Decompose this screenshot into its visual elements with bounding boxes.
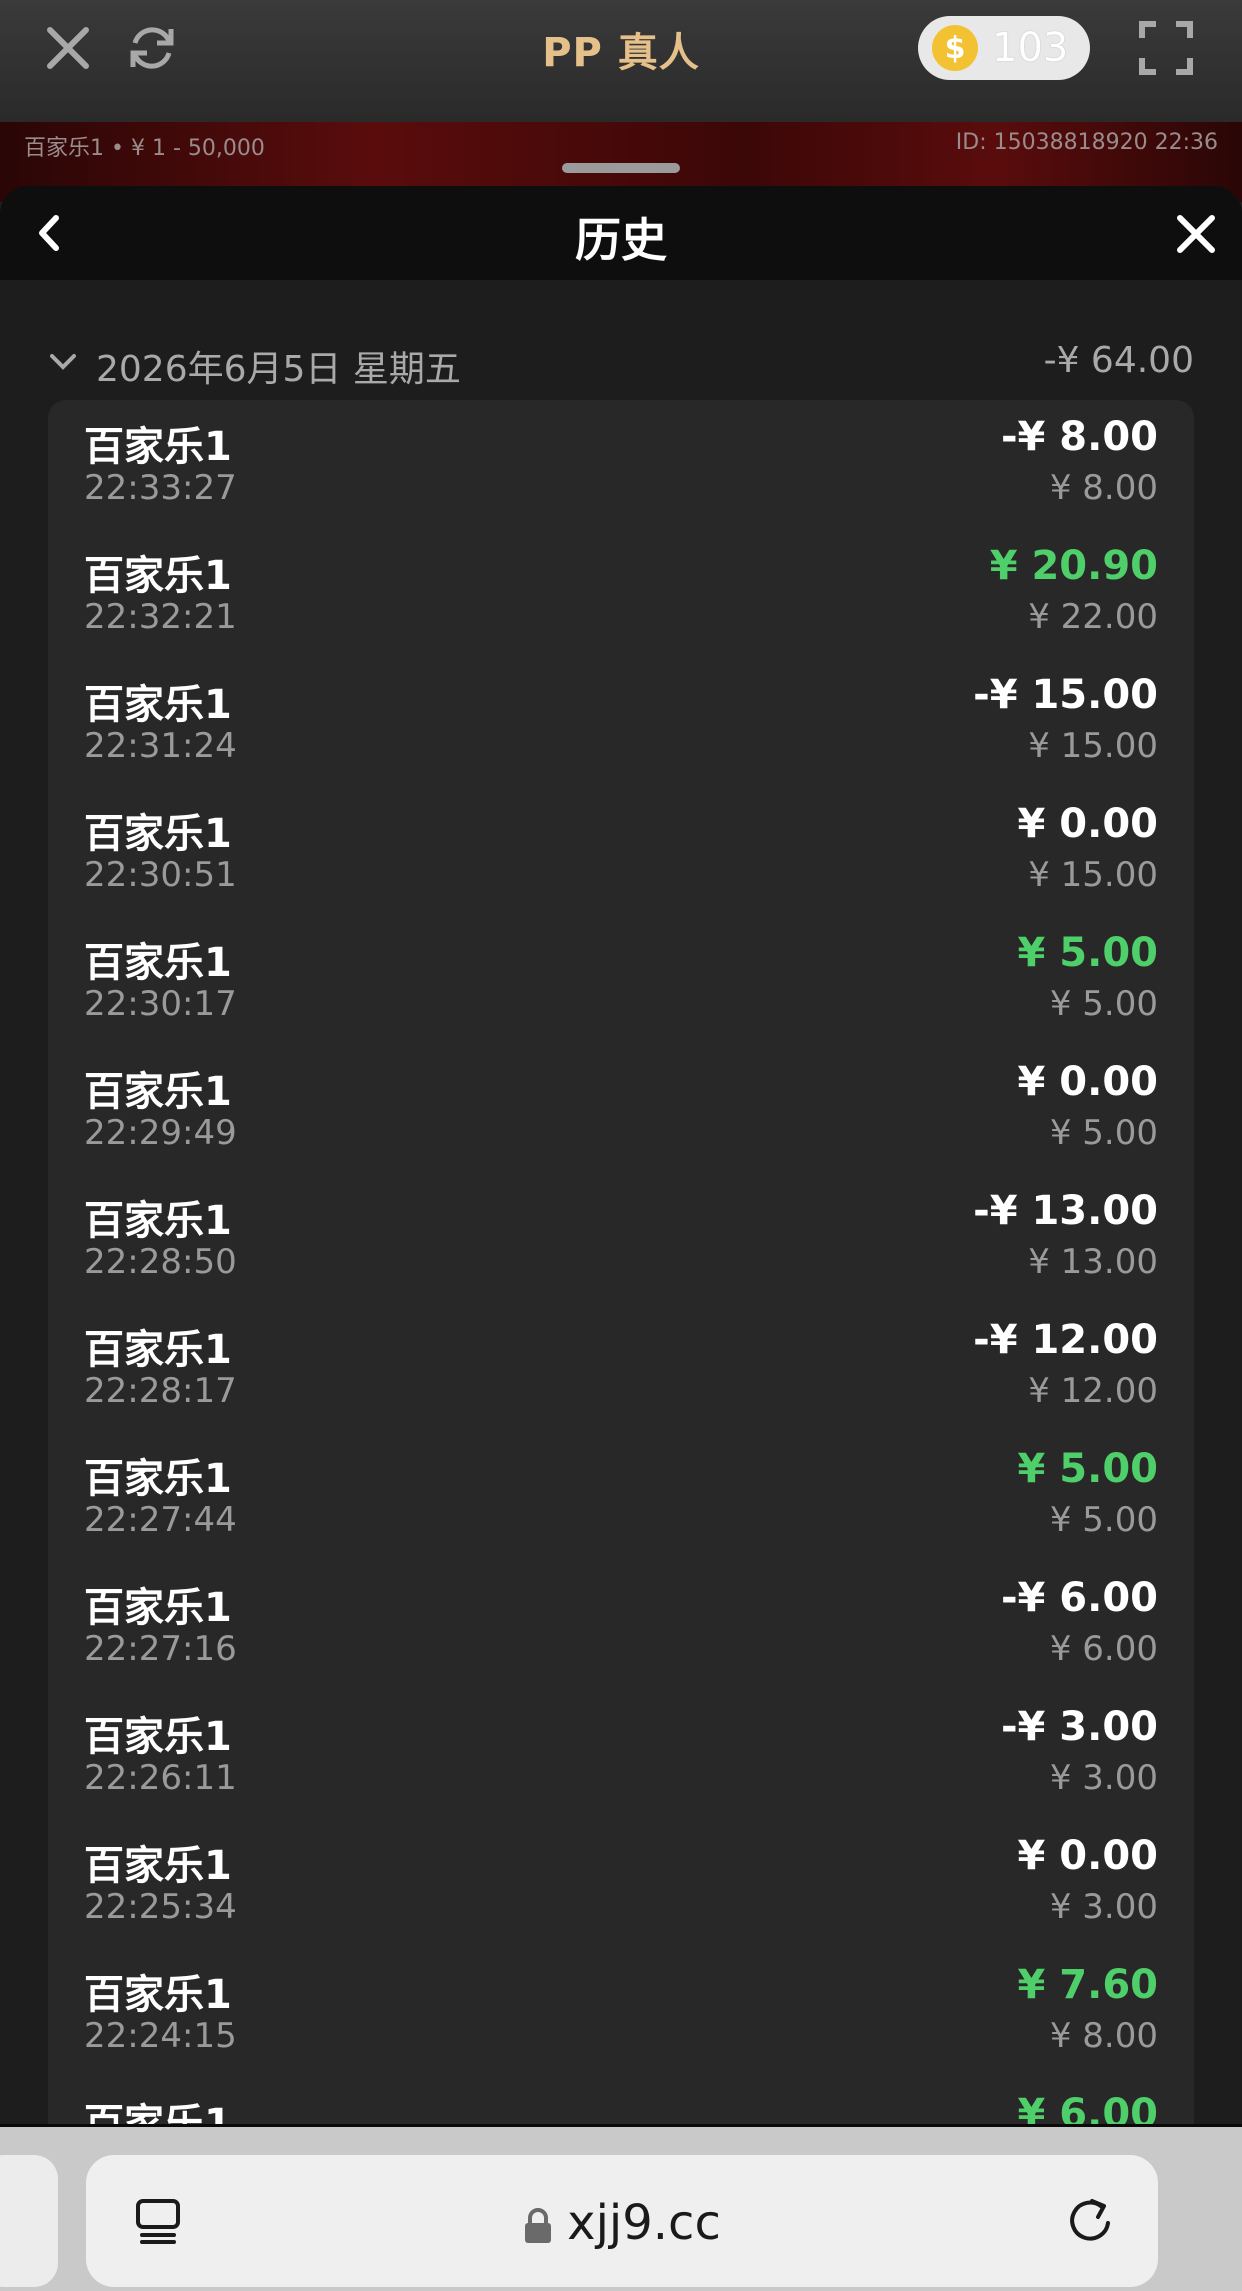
fullscreen-icon [1139,21,1193,75]
history-list: 百家乐1 22:33:27 -¥ 8.00 ¥ 8.00 百家乐1 22:32:21 ¥ 2… [48,400,1194,2126]
row-time: 22:31:24 [84,726,237,766]
row-amount: ¥ 6.00 [1017,2091,1158,2126]
row-amount: ¥ 5.00 [1017,1446,1158,1492]
history-row[interactable]: 百家乐1 22:24:15 ¥ 7.60 ¥ 8.00 [48,1948,1194,2077]
row-stake: ¥ 8.00 [1049,2016,1158,2056]
row-time: 22:30:17 [84,984,237,1024]
row-stake: ¥ 15.00 [1028,726,1158,766]
lock-icon [525,2208,552,2243]
history-row[interactable]: 百家乐1 22:31:24 -¥ 15.00 ¥ 15.00 [48,658,1194,787]
history-row[interactable]: 百家乐1 22:28:50 -¥ 13.00 ¥ 13.00 [48,1174,1194,1303]
row-game-name: 百家乐1 [84,1585,232,1631]
row-game-name: 百家乐1 [84,1456,232,1502]
row-game-name: 百家乐1 [84,1972,232,2018]
history-row[interactable]: 百家乐1 22:27:16 -¥ 6.00 ¥ 6.00 [48,1561,1194,1690]
row-stake: ¥ 15.00 [1028,855,1158,895]
row-game-name: 百家乐1 [84,1843,232,1889]
row-time: 22:28:50 [84,1242,237,1282]
row-game-name: 百家乐1 [84,1069,232,1115]
browser-bar: xjj9.cc [0,2124,1242,2291]
close-icon [1177,215,1215,253]
row-amount: ¥ 0.00 [1017,1059,1158,1105]
row-stake: ¥ 5.00 [1049,1500,1158,1540]
row-time: 22:25:34 [84,1887,237,1927]
day-total: -¥ 64.00 [1043,340,1194,381]
history-row[interactable]: 百家乐1 22:25:34 ¥ 0.00 ¥ 3.00 [48,1819,1194,1948]
row-stake: ¥ 3.00 [1049,1758,1158,1798]
sheet-grabber[interactable] [562,163,680,173]
row-time: 22:30:51 [84,855,237,895]
round-info: ID: 15038818920 22:36 [955,130,1218,155]
row-amount: ¥ 20.90 [989,543,1158,589]
row-game-name: 百家乐1 [84,1198,232,1244]
row-stake: ¥ 8.00 [1049,468,1158,508]
coin-icon: $ [932,25,978,71]
sheet-title: 历史 [575,213,667,267]
app-top-bar: PP 真人 $ 103 [0,0,1242,122]
row-time: 22:29:49 [84,1113,237,1153]
history-row[interactable]: 百家乐1 22:30:17 ¥ 5.00 ¥ 5.00 [48,916,1194,1045]
row-stake: ¥ 22.00 [1028,597,1158,637]
row-game-name: 百家乐1 [84,940,232,986]
row-amount: -¥ 12.00 [973,1317,1158,1363]
history-row[interactable]: 百家乐1 22:29:49 ¥ 0.00 ¥ 5.00 [48,1045,1194,1174]
row-stake: ¥ 6.00 [1049,1629,1158,1669]
row-game-name: 百家乐1 [84,682,232,728]
row-stake: ¥ 5.00 [1049,1113,1158,1153]
row-amount: ¥ 0.00 [1017,1833,1158,1879]
row-time: 22:27:44 [84,1500,237,1540]
sheet-header: 历史 [0,186,1242,280]
row-stake: ¥ 3.00 [1049,1887,1158,1927]
row-game-name: 百家乐1 [84,424,232,470]
row-amount: -¥ 13.00 [973,1188,1158,1234]
row-game-name: 百家乐1 [84,553,232,599]
date-group-header[interactable]: 2026年6月5日 星期五 -¥ 64.00 [48,336,1194,390]
row-stake: ¥ 13.00 [1028,1242,1158,1282]
history-row[interactable]: 百家乐1 22:33:27 -¥ 8.00 ¥ 8.00 [48,400,1194,529]
row-amount: ¥ 0.00 [1017,801,1158,847]
row-game-name: 百家乐1 [84,1327,232,1373]
history-sheet: 历史 2026年6月5日 星期五 -¥ 64.00 百家乐1 22:33:27 -¥… [0,186,1242,2126]
row-time: 22:28:17 [84,1371,237,1411]
sheet-close-button[interactable] [1172,210,1220,258]
row-amount: -¥ 6.00 [1000,1575,1158,1621]
address-bar[interactable]: xjj9.cc [86,2155,1158,2287]
history-row[interactable]: 百家乐1 22:28:17 -¥ 12.00 ¥ 12.00 [48,1303,1194,1432]
history-row[interactable]: 百家乐1 22:26:11 -¥ 3.00 ¥ 3.00 [48,1690,1194,1819]
chevron-down-icon [50,354,76,370]
row-time: 22:32:21 [84,597,237,637]
row-time: 22:26:11 [84,1758,237,1798]
history-row[interactable]: 百家乐1 22:27:44 ¥ 5.00 ¥ 5.00 [48,1432,1194,1561]
table-info: 百家乐1 • ¥ 1 - 50,000 [24,136,265,161]
balance-pill[interactable]: $ 103 [918,16,1090,80]
fullscreen-button[interactable] [1136,18,1196,78]
history-row[interactable]: 百家乐1 22:30:51 ¥ 0.00 ¥ 15.00 [48,787,1194,916]
date-label: 2026年6月5日 星期五 [96,349,461,390]
row-amount: ¥ 5.00 [1017,930,1158,976]
row-time: 22:24:15 [84,2016,237,2056]
row-amount: -¥ 8.00 [1000,414,1158,460]
row-game-name: 百家乐1 [84,811,232,857]
row-game-name: 百家乐1 [84,2101,232,2126]
row-amount: -¥ 15.00 [973,672,1158,718]
history-row[interactable]: 百家乐1 ¥ 6.00 [48,2077,1194,2126]
history-row[interactable]: 百家乐1 22:32:21 ¥ 20.90 ¥ 22.00 [48,529,1194,658]
reload-icon[interactable] [1062,2193,1118,2249]
row-time: 22:33:27 [84,468,237,508]
row-stake: ¥ 5.00 [1049,984,1158,1024]
row-time: 22:27:16 [84,1629,237,1669]
row-stake: ¥ 12.00 [1028,1371,1158,1411]
url-display[interactable]: xjj9.cc [86,2195,1158,2251]
row-amount: ¥ 7.60 [1017,1962,1158,2008]
url-text: xjj9.cc [567,2195,721,2251]
previous-tab[interactable] [0,2155,58,2287]
balance-value: 103 [992,25,1069,71]
row-amount: -¥ 3.00 [1000,1704,1158,1750]
row-game-name: 百家乐1 [84,1714,232,1760]
